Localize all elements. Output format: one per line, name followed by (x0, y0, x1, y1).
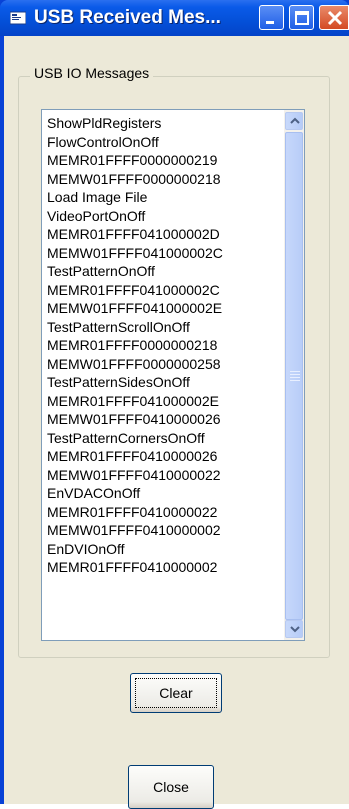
list-item[interactable]: MEMR01FFFF0410000002 (47, 558, 275, 577)
minimize-button[interactable] (259, 5, 284, 30)
maximize-button[interactable] (289, 5, 314, 30)
clear-button[interactable]: Clear (130, 673, 222, 713)
list-item[interactable]: MEMR01FFFF0000000219 (47, 151, 275, 170)
list-item[interactable]: MEMW01FFFF0410000022 (47, 466, 275, 485)
list-item[interactable]: EnDVIOnOff (47, 540, 275, 559)
list-item[interactable]: MEMW01FFFF0410000002 (47, 521, 275, 540)
list-item[interactable]: TestPatternOnOff (47, 262, 275, 281)
list-item[interactable]: MEMW01FFFF0410000026 (47, 410, 275, 429)
close-window-button[interactable] (319, 5, 349, 30)
list-item[interactable]: MEMR01FFFF0410000026 (47, 447, 275, 466)
list-item[interactable]: MEMW01FFFF041000002C (47, 244, 275, 263)
list-item[interactable]: MEMR01FFFF041000002C (47, 281, 275, 300)
close-icon (327, 10, 343, 26)
list-item[interactable]: TestPatternSidesOnOff (47, 373, 275, 392)
list-item[interactable]: EnVDACOnOff (47, 484, 275, 503)
list-item[interactable]: MEMR01FFFF041000002D (47, 225, 275, 244)
client-area: USB IO Messages ShowPldRegisters FlowCont… (4, 36, 349, 809)
list-item[interactable]: MEMR01FFFF0000000218 (47, 336, 275, 355)
close-button-label: Close (153, 779, 189, 795)
messages-listbox[interactable]: ShowPldRegisters FlowControlOnOff MEMR01FF… (41, 109, 305, 641)
close-button[interactable]: Close (128, 765, 214, 809)
window-title: USB Received Mes... (34, 7, 221, 28)
app-window: USB Received Mes... USB IO Messages Show… (0, 0, 349, 809)
list-item[interactable]: MEMW01FFFF041000002E (47, 299, 275, 318)
list-item[interactable]: TestPatternScrollOnOff (47, 318, 275, 337)
list-item[interactable]: FlowControlOnOff (47, 133, 275, 152)
maximize-icon (295, 11, 309, 25)
scroll-thumb[interactable] (285, 132, 303, 620)
list-item[interactable]: TestPatternCornersOnOff (47, 429, 275, 448)
list-item[interactable]: ShowPldRegisters (47, 114, 275, 133)
list-item[interactable]: MEMR01FFFF041000002E (47, 392, 275, 411)
messages-list: ShowPldRegisters FlowControlOnOff MEMR01FF… (47, 114, 275, 577)
chevron-down-icon (290, 626, 300, 633)
title-bar[interactable]: USB Received Mes... (0, 0, 349, 36)
chevron-up-icon (290, 117, 300, 124)
group-label: USB IO Messages (30, 64, 154, 82)
list-item[interactable]: MEMW01FFFF0000000218 (47, 170, 275, 189)
list-item[interactable]: MEMR01FFFF0410000022 (47, 503, 275, 522)
list-item[interactable]: Load Image File (47, 188, 275, 207)
vertical-scrollbar[interactable] (284, 110, 304, 640)
app-icon (10, 11, 26, 25)
scroll-up-button[interactable] (285, 112, 303, 130)
scroll-down-button[interactable] (285, 620, 303, 638)
minimize-icon (266, 21, 274, 24)
focus-rect (135, 678, 217, 708)
list-item[interactable]: VideoPortOnOff (47, 207, 275, 226)
list-item[interactable]: MEMW01FFFF0000000258 (47, 355, 275, 374)
